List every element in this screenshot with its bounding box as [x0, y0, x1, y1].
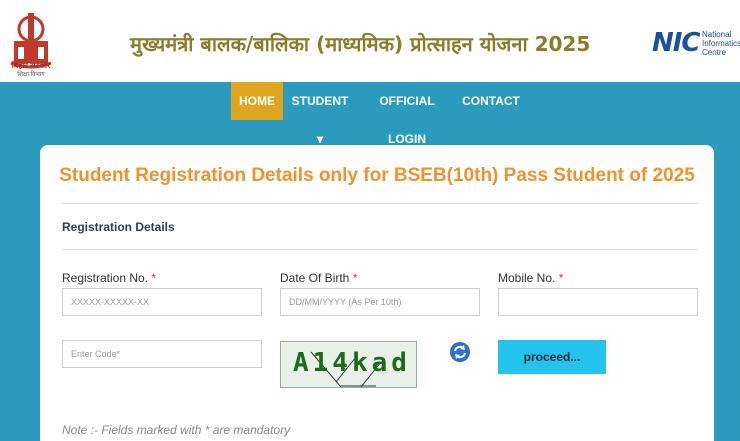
captcha-image: A14kad	[280, 341, 417, 388]
nic-logo: NIC National Informatics Centre	[652, 28, 740, 60]
mandatory-note: Note :- Fields marked with * are mandato…	[62, 423, 291, 437]
registration-label-text: Registration No.	[62, 271, 149, 285]
captcha-code-input[interactable]	[62, 340, 262, 368]
required-mark: *	[558, 271, 564, 285]
proceed-button[interactable]: proceed...	[498, 340, 606, 374]
form-title: Student Registration Details only for BS…	[59, 165, 695, 186]
mobile-label: Mobile No. *	[498, 271, 563, 285]
dob-label-text: Date Of Birth	[280, 271, 350, 285]
nav-home[interactable]: HOME	[231, 82, 283, 120]
divider	[62, 249, 698, 250]
divider	[62, 203, 698, 204]
dob-label: Date Of Birth *	[280, 271, 357, 285]
main-nav: HOME STUDENT ▾ OFFICIAL LOGIN CONTACT	[0, 82, 740, 146]
refresh-captcha-icon[interactable]	[450, 342, 470, 362]
registration-input[interactable]	[62, 288, 262, 316]
nic-mark: NIC	[652, 28, 701, 58]
nav-contact[interactable]: CONTACT	[460, 82, 522, 120]
registration-label: Registration No. *	[62, 271, 156, 285]
required-mark: *	[151, 271, 157, 285]
nic-line1: National	[702, 30, 732, 39]
captcha-text: A14kad	[293, 348, 411, 378]
nic-line3: Centre	[702, 48, 727, 57]
page-title: मुख्यमंत्री बालक/बालिका (माध्यमिक) प्रोत…	[130, 32, 591, 56]
emblem-subcaption: शिक्षा विभाग	[17, 72, 45, 78]
nav-student[interactable]: STUDENT ▾	[287, 82, 353, 146]
registration-card: Student Registration Details only for BS…	[40, 145, 714, 441]
nic-caption: National Informatics Centre	[702, 30, 740, 57]
nic-line2: Informatics	[702, 39, 740, 48]
nav-official-login[interactable]: OFFICIAL LOGIN	[362, 82, 452, 146]
site-header: बिहार सरकार शिक्षा विभाग मुख्यमंत्री बाल…	[0, 0, 740, 82]
dob-input[interactable]	[280, 288, 480, 316]
mobile-label-text: Mobile No.	[498, 271, 556, 285]
section-heading: Registration Details	[62, 220, 175, 234]
mobile-input[interactable]	[498, 288, 698, 316]
required-mark: *	[352, 271, 358, 285]
